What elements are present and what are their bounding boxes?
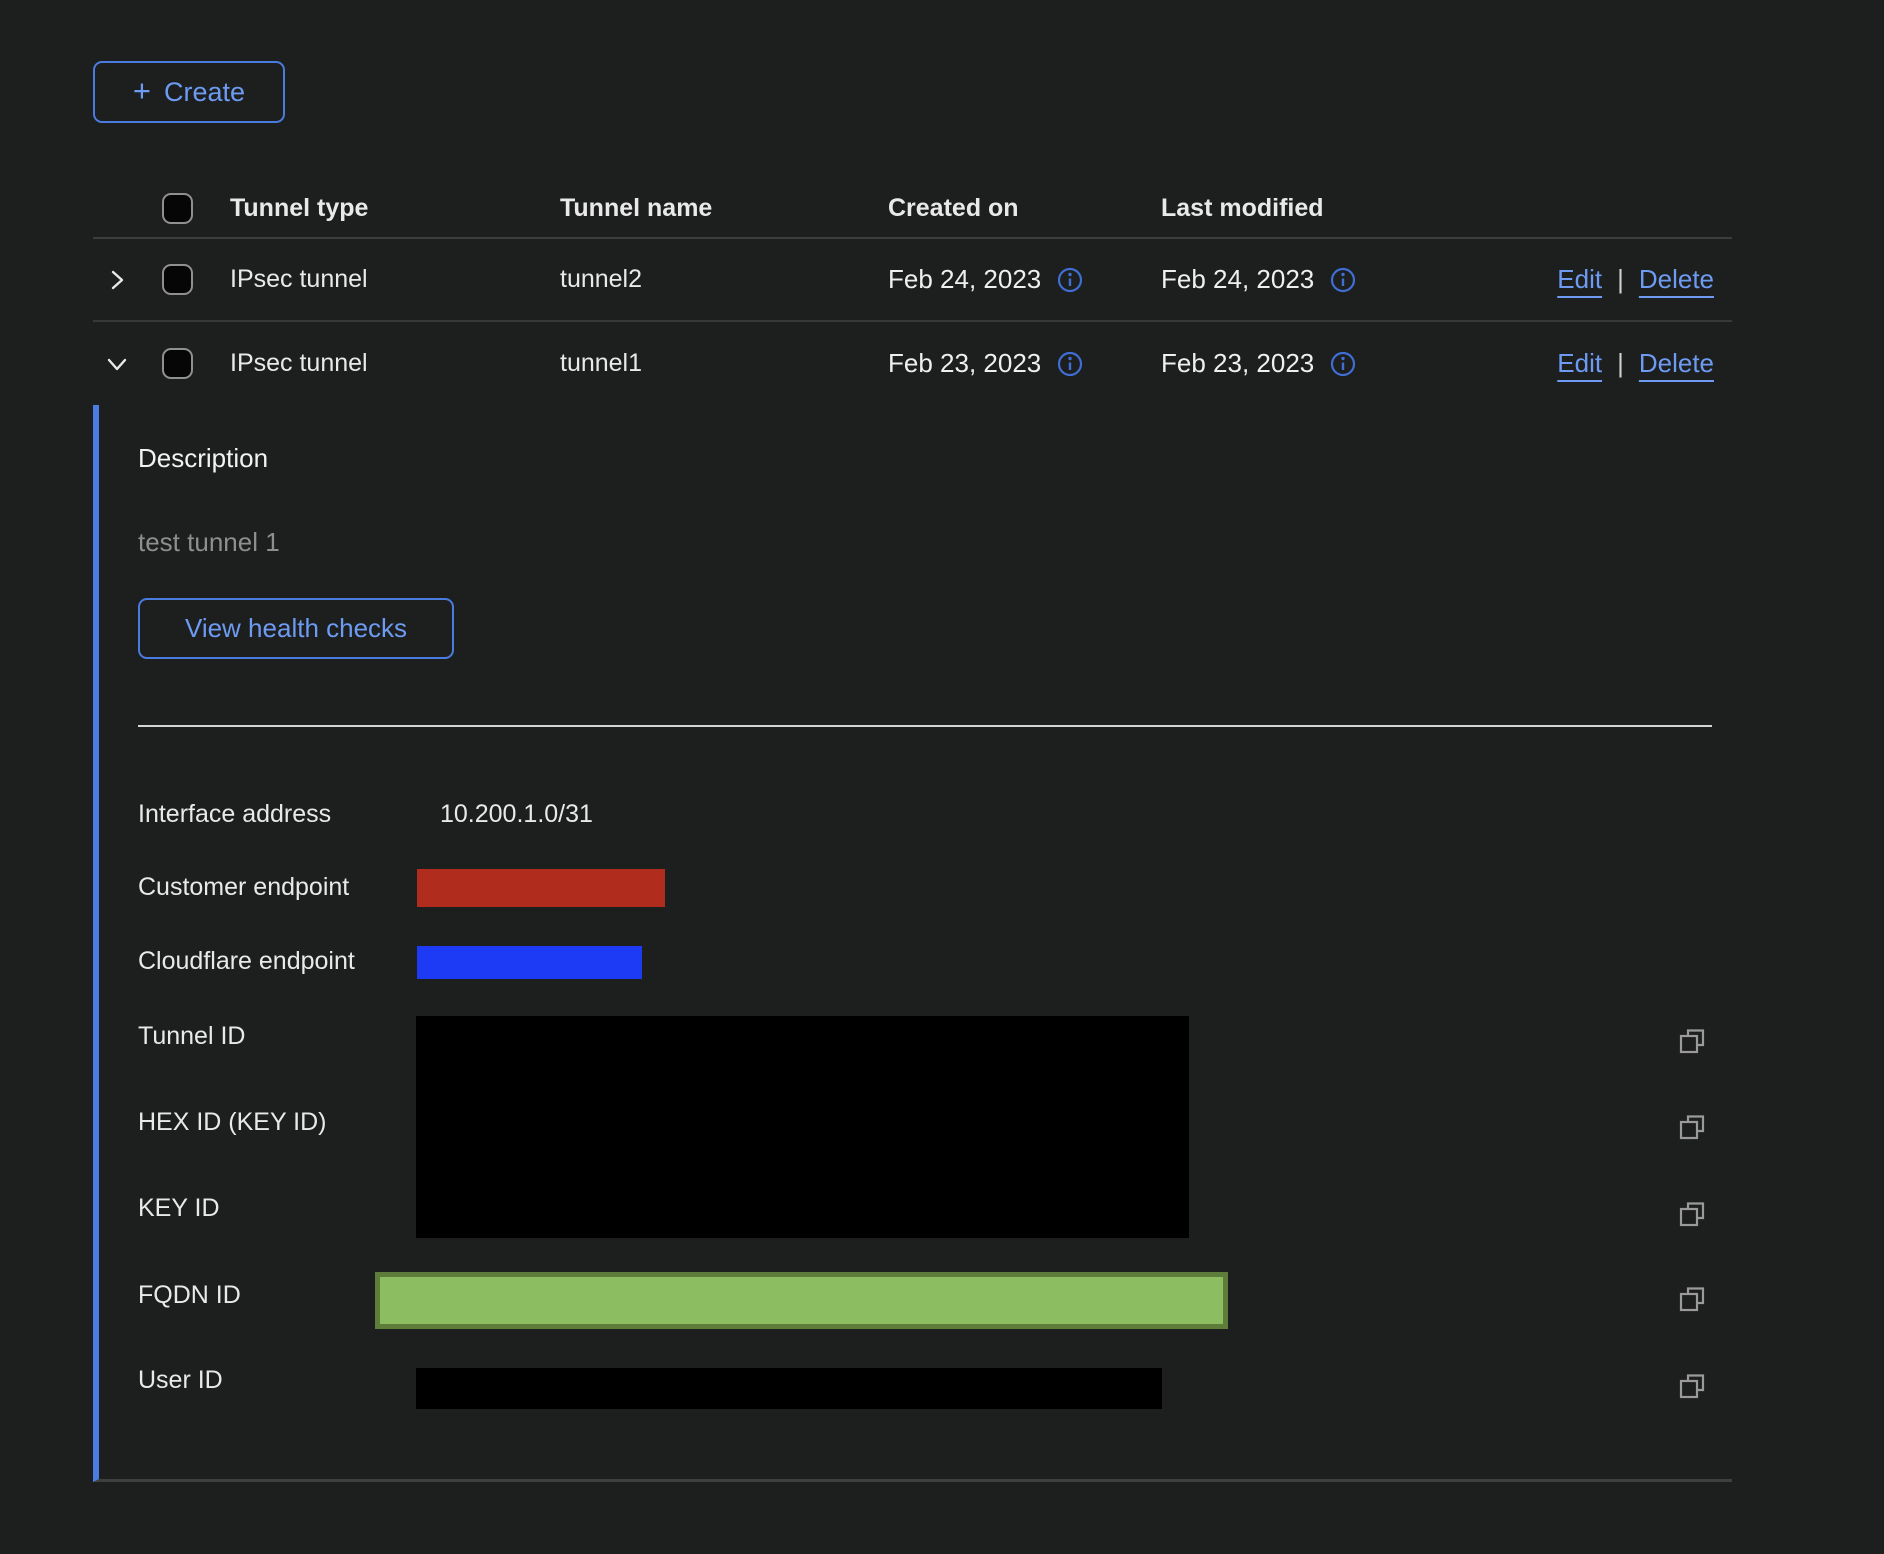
field-label-cloudflare-endpoint: Cloudflare endpoint	[138, 947, 355, 976]
info-icon[interactable]	[1328, 265, 1358, 295]
panel-divider	[138, 725, 1712, 727]
expand-row-button[interactable]	[93, 267, 141, 293]
edit-link[interactable]: Edit	[1557, 264, 1602, 295]
field-label-customer-endpoint: Customer endpoint	[138, 873, 349, 902]
tunnels-page: { "colors": { "background": "#1d1e1e", "…	[0, 0, 1884, 1554]
info-icon[interactable]	[1055, 349, 1085, 379]
table-row: IPsec tunnel tunnel1 Feb 23, 2023 Feb 23…	[93, 322, 1732, 405]
collapse-row-button[interactable]	[93, 351, 141, 377]
tunnel-name-value: tunnel2	[535, 265, 863, 294]
last-modified-value: Feb 23, 2023	[1161, 348, 1314, 379]
copy-icon	[1677, 1112, 1707, 1142]
row-checkbox[interactable]	[162, 264, 193, 295]
redacted-id-values	[416, 1016, 1189, 1238]
info-icon[interactable]	[1328, 349, 1358, 379]
delete-link[interactable]: Delete	[1639, 348, 1714, 379]
select-all-checkbox[interactable]	[162, 193, 193, 224]
copy-user-id-button[interactable]	[1677, 1371, 1707, 1401]
redacted-customer-endpoint	[417, 869, 665, 907]
last-modified-value: Feb 24, 2023	[1161, 264, 1314, 295]
copy-icon	[1677, 1284, 1707, 1314]
copy-fqdn-id-button[interactable]	[1677, 1284, 1707, 1314]
info-icon[interactable]	[1055, 265, 1085, 295]
field-label-key-id: KEY ID	[138, 1194, 220, 1223]
action-separator: |	[1617, 348, 1624, 379]
edit-link[interactable]: Edit	[1557, 348, 1602, 379]
redacted-fqdn-id	[375, 1272, 1228, 1329]
chevron-right-icon	[104, 267, 130, 293]
created-on-value: Feb 24, 2023	[888, 264, 1041, 295]
description-value: test tunnel 1	[138, 527, 280, 558]
header-tunnel-name: Tunnel name	[535, 194, 863, 223]
copy-key-id-button[interactable]	[1677, 1199, 1707, 1229]
header-tunnel-type: Tunnel type	[205, 194, 535, 223]
chevron-down-icon	[104, 351, 130, 377]
tunnel-type-value: IPsec tunnel	[205, 265, 535, 294]
field-label-user-id: User ID	[138, 1366, 223, 1395]
redacted-cloudflare-endpoint	[417, 946, 642, 979]
create-button[interactable]: + Create	[93, 61, 285, 123]
copy-hex-id-button[interactable]	[1677, 1112, 1707, 1142]
field-label-interface-address: Interface address	[138, 800, 331, 829]
field-label-fqdn-id: FQDN ID	[138, 1281, 241, 1310]
header-last-modified: Last modified	[1136, 194, 1425, 223]
field-value-interface-address: 10.200.1.0/31	[440, 800, 593, 829]
tunnels-table: Tunnel type Tunnel name Created on Last …	[93, 180, 1732, 405]
copy-tunnel-id-button[interactable]	[1677, 1026, 1707, 1056]
tunnel-detail-panel: Description test tunnel 1 View health ch…	[93, 405, 1732, 1482]
field-label-tunnel-id: Tunnel ID	[138, 1022, 245, 1051]
view-health-checks-button[interactable]: View health checks	[138, 598, 454, 659]
copy-icon	[1677, 1371, 1707, 1401]
create-button-label: Create	[164, 77, 245, 108]
header-created-on: Created on	[863, 194, 1136, 223]
action-separator: |	[1617, 264, 1624, 295]
redacted-user-id	[416, 1368, 1162, 1409]
delete-link[interactable]: Delete	[1639, 264, 1714, 295]
copy-icon	[1677, 1026, 1707, 1056]
plus-icon: +	[133, 75, 151, 106]
tunnel-type-value: IPsec tunnel	[205, 349, 535, 378]
row-checkbox[interactable]	[162, 348, 193, 379]
description-label: Description	[138, 443, 268, 474]
table-header-row: Tunnel type Tunnel name Created on Last …	[93, 180, 1732, 239]
table-row: IPsec tunnel tunnel2 Feb 24, 2023 Feb 24…	[93, 239, 1732, 322]
field-label-hex-id: HEX ID (KEY ID)	[138, 1108, 326, 1137]
tunnel-name-value: tunnel1	[535, 349, 863, 378]
created-on-value: Feb 23, 2023	[888, 348, 1041, 379]
copy-icon	[1677, 1199, 1707, 1229]
